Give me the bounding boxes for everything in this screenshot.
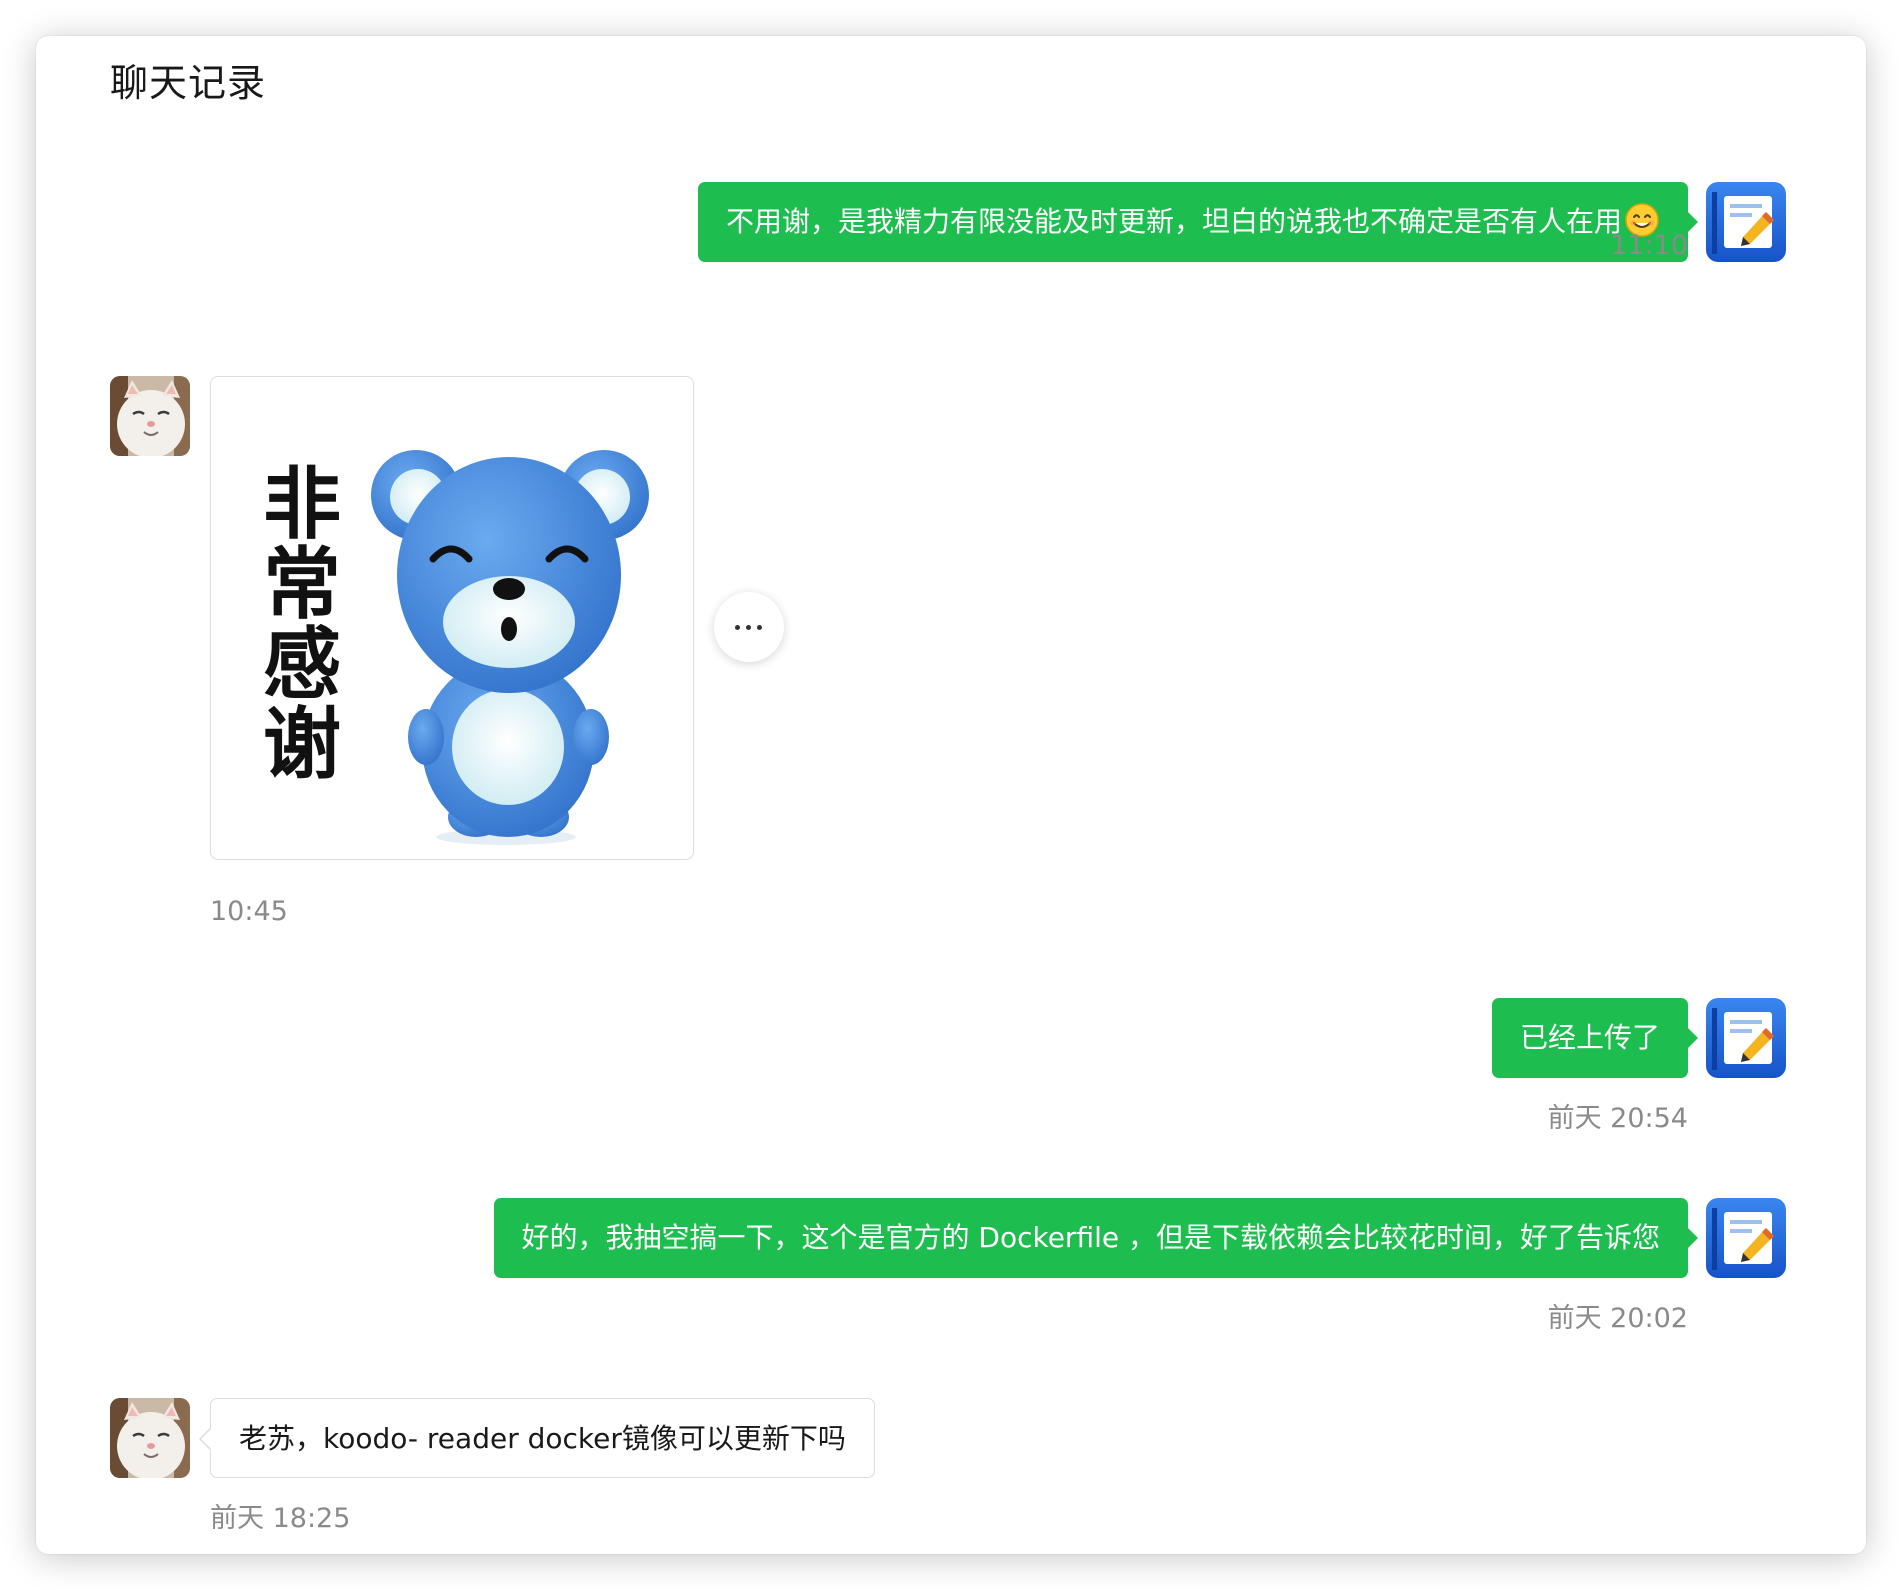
contact-avatar[interactable]	[110, 1398, 190, 1478]
message-time: 前天 18:25	[210, 1503, 351, 1534]
message-time: 10:45	[210, 896, 288, 927]
sticker-message[interactable]: 非常感谢	[210, 376, 694, 860]
message-text: 已经上传了	[1519, 1021, 1660, 1054]
more-options-button[interactable]	[714, 592, 784, 662]
message-bubble-sent[interactable]: 不用谢，是我精力有限没能及时更新，坦白的说我也不确定是否有人在用	[697, 182, 1699, 262]
more-dots-icon	[735, 625, 740, 630]
message-time: 前天 20:02	[1547, 1303, 1688, 1334]
message-text: 不用谢，是我精力有限没能及时更新，坦白的说我也不确定是否有人在用	[725, 205, 1622, 238]
message-time: 前天 20:54	[1547, 1103, 1688, 1134]
my-avatar[interactable]	[1706, 182, 1786, 262]
message-bubble-sent[interactable]: 好的，我抽空搞一下，这个是官方的 Dockerfile ，但是下载依赖会比较花时…	[493, 1198, 1698, 1278]
message-text: 好的，我抽空搞一下，这个是官方的 Dockerfile ，但是下载依赖会比较花时…	[521, 1221, 1661, 1254]
message-text: 老苏，koodo- reader docker镜像可以更新下吗	[239, 1422, 846, 1455]
notes-app-icon	[1706, 182, 1786, 262]
chat-history-window: 聊天记录 不用谢，是我精力有限没能及时更新，坦白的说我也不确定是否有人在用 11…	[36, 36, 1866, 1554]
cat-photo	[110, 1398, 190, 1478]
window-title: 聊天记录	[110, 61, 267, 105]
message-bubble-received[interactable]: 老苏，koodo- reader docker镜像可以更新下吗	[199, 1398, 875, 1478]
message-bubble-sent[interactable]: 已经上传了	[1491, 998, 1699, 1078]
contact-avatar[interactable]	[110, 376, 190, 456]
notes-app-icon	[1706, 1198, 1786, 1278]
my-avatar[interactable]	[1706, 998, 1786, 1078]
bear-sticker-image	[371, 450, 649, 845]
message-time: 11:10	[1610, 230, 1688, 261]
cat-photo	[110, 376, 190, 456]
notes-app-icon	[1706, 998, 1786, 1078]
my-avatar[interactable]	[1706, 1198, 1786, 1278]
